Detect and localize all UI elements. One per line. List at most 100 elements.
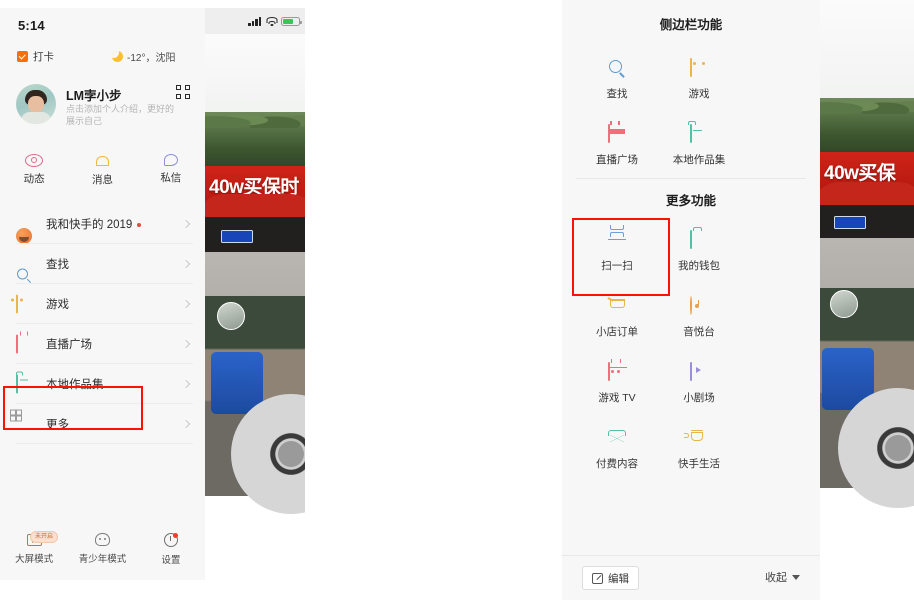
screenshot-stage: 5:14 打卡 -12°，沈阳 LM孛小步 点击添加个人介绍，更好的展示自己 动… (0, 0, 914, 607)
grid-item-label: 本地作品集 (672, 154, 726, 166)
grid-item-paid-content[interactable]: 付费内容 (576, 415, 658, 481)
status-badge: 未开启 (30, 530, 59, 543)
quick-actions-row: 动态 消息 私信 (0, 154, 205, 196)
left-screenshot: 5:14 打卡 -12°，沈阳 LM孛小步 点击添加个人介绍，更好的展示自己 动… (0, 0, 305, 580)
bottom-item-big-screen[interactable]: 未开启 大屏模式 (0, 530, 68, 565)
avatar[interactable] (16, 84, 56, 124)
right-screenshot: 侧边栏功能 查找 游戏 直播广场 本地作品集 更多功能 扫一扫 我的钱包 小店订… (562, 0, 914, 600)
qr-code-icon[interactable] (176, 85, 190, 99)
checkin-weather-row: 打卡 -12°，沈阳 (0, 48, 205, 70)
more-section: 更多功能 扫一扫 我的钱包 小店订单 音悦台 游戏 TV 小剧场 付费内容 快手… (562, 190, 820, 481)
scan-icon (607, 231, 627, 250)
video-canvas: 40w买保 (820, 0, 914, 600)
folder-icon (689, 124, 709, 144)
sidebar-item-label: 本地作品集 (46, 379, 104, 391)
collapse-button-label: 收起 (765, 572, 787, 584)
video-license-plate (221, 230, 253, 243)
quick-action-label: 消息 (91, 174, 113, 186)
grid-item-label: 我的钱包 (678, 260, 720, 272)
checkin-button[interactable]: 打卡 (17, 49, 54, 64)
grid-item-theater[interactable]: 小剧场 (658, 349, 740, 415)
grid-item-label: 扫一扫 (601, 260, 633, 272)
bottom-item-label: 大屏模式 (15, 553, 54, 565)
quick-action-sixin[interactable]: 私信 (137, 154, 205, 196)
grid-item-search[interactable]: 查找 (576, 45, 658, 111)
sidebar-item-label: 我和快手的 2019 (46, 216, 142, 232)
video-avatar[interactable] (830, 290, 858, 318)
sidebar-menu-list: 我和快手的 2019 查找 游戏 直播广场 本地作品集 更多 (0, 204, 205, 444)
sidebar-item-local-works[interactable]: 本地作品集 (0, 364, 205, 404)
status-bar: 5:14 (0, 8, 205, 42)
weather-widget[interactable]: -12°，沈阳 (112, 49, 175, 64)
grid-item-kuaishou-life[interactable]: 快手生活 (658, 415, 740, 481)
right-panel: 侧边栏功能 查找 游戏 直播广场 本地作品集 更多功能 扫一扫 我的钱包 小店订… (562, 0, 820, 600)
quick-action-label: 动态 (23, 173, 45, 185)
avatar-face (28, 96, 44, 113)
grid-item-game-tv[interactable]: 游戏 TV (576, 349, 658, 415)
video-status-bar (205, 8, 305, 34)
wallet-icon (689, 230, 709, 250)
grid-item-label: 小剧场 (683, 392, 715, 404)
search-icon (16, 267, 33, 284)
grid-item-music[interactable]: 音悦台 (658, 283, 740, 349)
profile-block[interactable]: LM孛小步 点击添加个人介绍，更好的展示自己 (0, 80, 205, 138)
sidebar-section-title: 侧边栏功能 (659, 18, 723, 32)
grid-item-label: 付费内容 (596, 458, 638, 470)
checkin-icon (17, 51, 28, 62)
quick-action-dongtai[interactable]: 动态 (0, 154, 68, 196)
signal-icon (248, 17, 261, 26)
profile-bio[interactable]: 点击添加个人介绍，更好的展示自己 (66, 103, 176, 127)
edit-button[interactable]: 编辑 (582, 566, 639, 590)
divider (562, 555, 820, 556)
avatar-body (21, 112, 51, 124)
theater-icon (689, 362, 709, 382)
chevron-down-icon (792, 574, 800, 580)
grid-item-wallet[interactable]: 我的钱包 (658, 217, 740, 283)
live-icon (16, 334, 33, 354)
teen-mode-icon (94, 533, 110, 546)
wifi-icon (266, 17, 277, 26)
grid-item-label: 游戏 (688, 88, 710, 100)
pumpkin-icon (16, 228, 32, 244)
sidebar-item-label: 游戏 (46, 299, 69, 311)
grid-item-label: 快手生活 (678, 458, 720, 470)
moon-icon (112, 51, 123, 62)
video-overlay-text: 40w买保 (824, 163, 896, 184)
unread-dot (137, 222, 142, 227)
chat-bubble-icon (163, 154, 178, 166)
collapse-button[interactable]: 收起 (765, 569, 800, 585)
more-functions-grid: 扫一扫 我的钱包 小店订单 音悦台 游戏 TV 小剧场 付费内容 快手生活 (562, 209, 820, 481)
grid-item-label: 小店订单 (596, 326, 638, 338)
grid-item-local-works[interactable]: 本地作品集 (658, 111, 740, 177)
right-video-preview[interactable]: 40w买保 (820, 0, 914, 600)
weather-label: -12°，沈阳 (127, 53, 176, 64)
battery-icon (281, 17, 302, 26)
bottom-toolbar: 未开启 大屏模式 青少年模式 设置 (0, 526, 205, 572)
grid-item-label: 查找 (606, 88, 628, 100)
game-icon (16, 294, 33, 314)
bottom-item-teen-mode[interactable]: 青少年模式 (68, 533, 136, 565)
sidebar-item-search[interactable]: 查找 (0, 244, 205, 284)
live-icon (607, 124, 627, 144)
video-license-plate (834, 216, 866, 229)
grid-item-game[interactable]: 游戏 (658, 45, 740, 111)
grid-item-scan[interactable]: 扫一扫 (576, 217, 658, 283)
video-avatar[interactable] (217, 302, 245, 330)
divider (16, 443, 193, 444)
sidebar-item-2019[interactable]: 我和快手的 2019 (0, 204, 205, 244)
quick-action-label: 私信 (160, 172, 182, 184)
sidebar-item-game[interactable]: 游戏 (0, 284, 205, 324)
grid-item-live[interactable]: 直播广场 (576, 111, 658, 177)
video-car (820, 182, 914, 242)
bottom-item-settings[interactable]: 设置 (137, 532, 205, 566)
bottom-item-label: 青少年模式 (78, 554, 127, 565)
sidebar-item-live[interactable]: 直播广场 (0, 324, 205, 364)
left-video-preview[interactable]: 40w买保时 (205, 8, 305, 580)
grid-item-label: 直播广场 (596, 154, 638, 166)
chevron-right-icon (181, 379, 191, 389)
chevron-right-icon (181, 339, 191, 349)
quick-action-xiaoxi[interactable]: 消息 (68, 154, 136, 196)
sidebar-item-more[interactable]: 更多 (0, 404, 205, 444)
grid-item-shop-orders[interactable]: 小店订单 (576, 283, 658, 349)
notification-dot (172, 532, 178, 538)
